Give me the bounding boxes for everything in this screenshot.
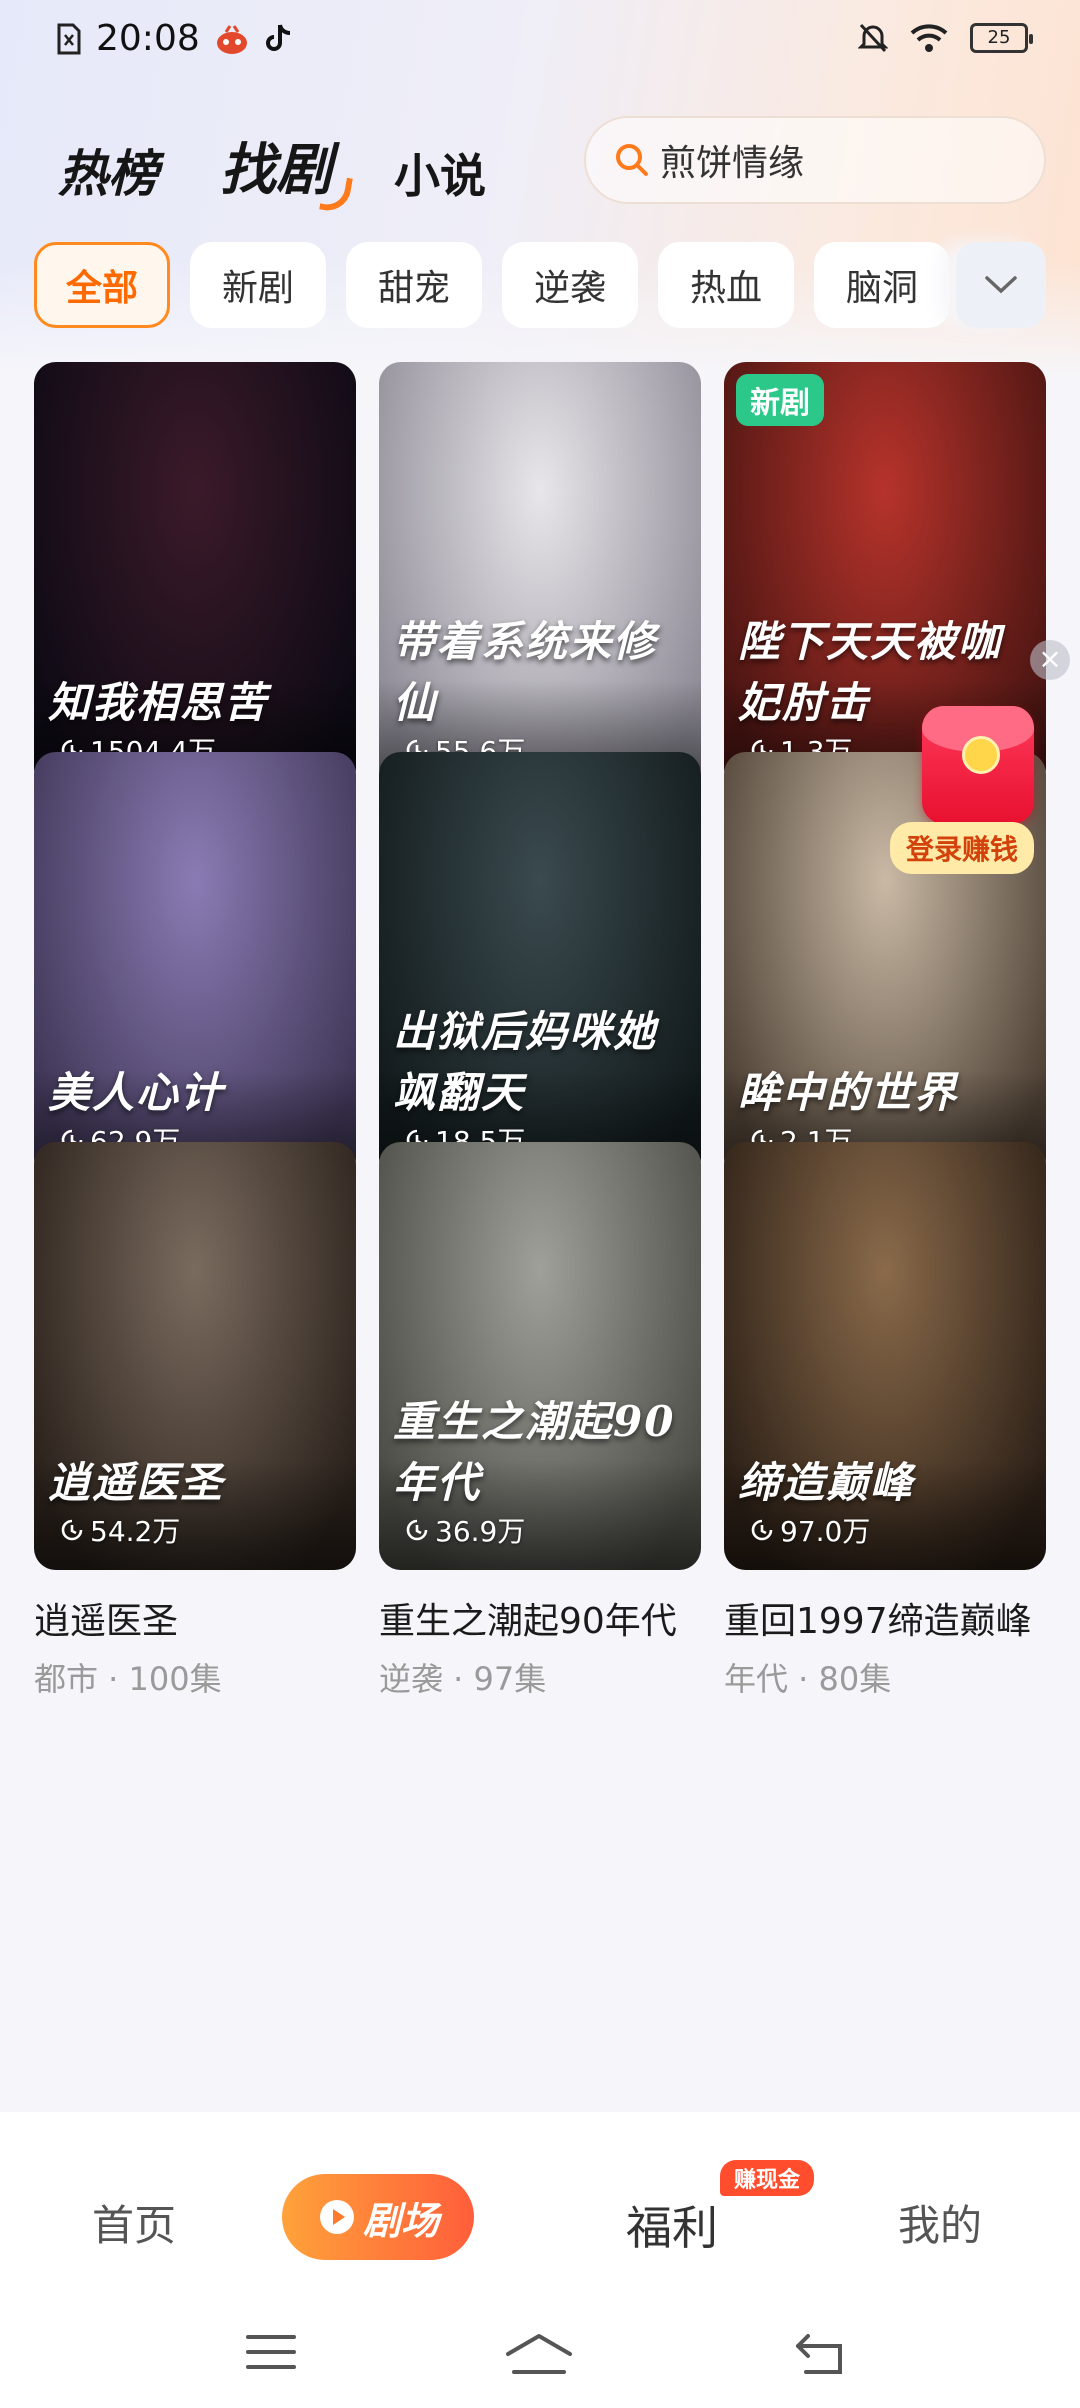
new-badge: 新剧	[736, 374, 824, 426]
app-notification-icon	[214, 23, 250, 55]
header-tabs: 热榜 找剧 小说	[58, 125, 486, 206]
category-filter-bar: 全部 新剧 甜宠 逆袭 热血 脑洞	[34, 242, 1080, 328]
home-icon[interactable]	[504, 2332, 574, 2380]
login-earn-widget[interactable]: 登录赚钱	[890, 706, 1052, 874]
category-chip-sweet[interactable]: 甜宠	[346, 242, 482, 328]
category-chip-comeback[interactable]: 逆袭	[502, 242, 638, 328]
sim-icon	[56, 23, 82, 55]
tab-novel[interactable]: 小说	[394, 140, 486, 206]
play-count: 97.0万	[750, 1510, 870, 1550]
battery-level: 25	[987, 27, 1011, 48]
poster-title: 带着系统来修仙	[393, 617, 658, 727]
drama-poster[interactable]: 重生之潮起90年代 36.9万	[379, 1142, 701, 1570]
search-box[interactable]: 煎饼情缘	[584, 116, 1046, 204]
poster-title: 逍遥医圣	[48, 1458, 225, 1507]
tab-find-drama[interactable]: 找剧	[220, 125, 332, 206]
drama-poster[interactable]: 知我相思苦1504.4万	[34, 362, 356, 790]
mute-icon	[858, 22, 888, 54]
nav-theater[interactable]: 剧场	[282, 2174, 474, 2260]
play-count-value: 36.9万	[435, 1515, 526, 1548]
drama-title[interactable]: 逍遥医圣	[34, 1592, 356, 1644]
drama-card[interactable]: 逍遥医圣 54.2万 逍遥医圣 都市 · 100集	[34, 1142, 356, 1700]
drama-title[interactable]: 重生之潮起90年代	[379, 1592, 701, 1644]
menu-icon[interactable]	[244, 2332, 298, 2376]
wifi-icon	[910, 23, 948, 53]
drama-card[interactable]: 缔造巅峰 97.0万重回1997缔造巅峰年代 · 80集	[724, 1142, 1046, 1700]
search-placeholder: 煎饼情缘	[660, 143, 805, 184]
poster-title: 美人心计	[48, 1068, 225, 1117]
drama-poster[interactable]: 美人心计62.9万	[34, 752, 356, 1180]
drama-meta: 年代 · 80集	[724, 1660, 892, 1698]
play-count-value: 54.2万	[90, 1515, 181, 1548]
poster-title: 出狱后妈咪她飒翻天	[393, 1007, 658, 1117]
poster-title: 重生之潮起90年代	[393, 1397, 676, 1507]
bottom-navigation: 首页 剧场 福利 赚现金 我的	[0, 2112, 1080, 2408]
play-count: 54.2万	[60, 1510, 180, 1550]
tab-hot-list[interactable]: 热榜	[58, 134, 158, 206]
play-count-value: 97.0万	[780, 1515, 871, 1548]
welfare-badge: 赚现金	[720, 2160, 815, 2196]
nav-theater-label: 剧场	[362, 2198, 439, 2243]
nav-welfare[interactable]: 福利	[626, 2192, 718, 2258]
back-icon[interactable]	[794, 2332, 848, 2380]
expand-categories-button[interactable]	[956, 242, 1046, 328]
login-earn-label: 登录赚钱	[890, 822, 1035, 874]
battery-fill	[975, 28, 988, 48]
drama-meta: 逆袭 · 97集	[379, 1660, 547, 1698]
search-icon	[614, 142, 650, 178]
category-chip-all[interactable]: 全部	[34, 242, 170, 328]
category-chip-fantasy[interactable]: 脑洞	[814, 242, 950, 328]
tiktok-icon	[264, 23, 292, 55]
status-time: 20:08	[96, 18, 200, 59]
drama-meta: 都市 · 100集	[34, 1660, 222, 1698]
poster-title: 知我相思苦	[48, 678, 269, 727]
category-chip-new[interactable]: 新剧	[190, 242, 326, 328]
close-float-button[interactable]: ×	[1030, 640, 1070, 680]
chevron-down-icon	[984, 275, 1018, 295]
nav-mine[interactable]: 我的	[898, 2192, 982, 2253]
drama-title[interactable]: 重回1997缔造巅峰	[724, 1592, 1046, 1644]
drama-poster[interactable]: 出狱后妈咪她飒翻天18.5万	[379, 752, 701, 1180]
category-chip-action[interactable]: 热血	[658, 242, 794, 328]
poster-title: 缔造巅峰	[738, 1458, 915, 1507]
status-bar: 20:08 25	[0, 0, 1080, 84]
red-packet-icon	[922, 706, 1034, 824]
battery-icon: 25	[970, 23, 1033, 53]
play-count-icon	[751, 1519, 773, 1541]
drama-poster[interactable]: 逍遥医圣 54.2万	[34, 1142, 356, 1570]
play-count-icon	[61, 1519, 83, 1541]
drama-poster[interactable]: 缔造巅峰 97.0万	[724, 1142, 1046, 1570]
nav-home[interactable]: 首页	[92, 2192, 176, 2253]
play-count-icon	[406, 1519, 428, 1541]
play-circle-icon	[317, 2197, 357, 2237]
poster-title: 眸中的世界	[738, 1068, 959, 1117]
play-count: 36.9万	[405, 1510, 525, 1550]
drama-card[interactable]: 重生之潮起90年代 36.9万 重生之潮起90年代 逆袭 · 97集	[379, 1142, 701, 1700]
drama-poster[interactable]: 带着系统来修仙55.6万	[379, 362, 701, 790]
